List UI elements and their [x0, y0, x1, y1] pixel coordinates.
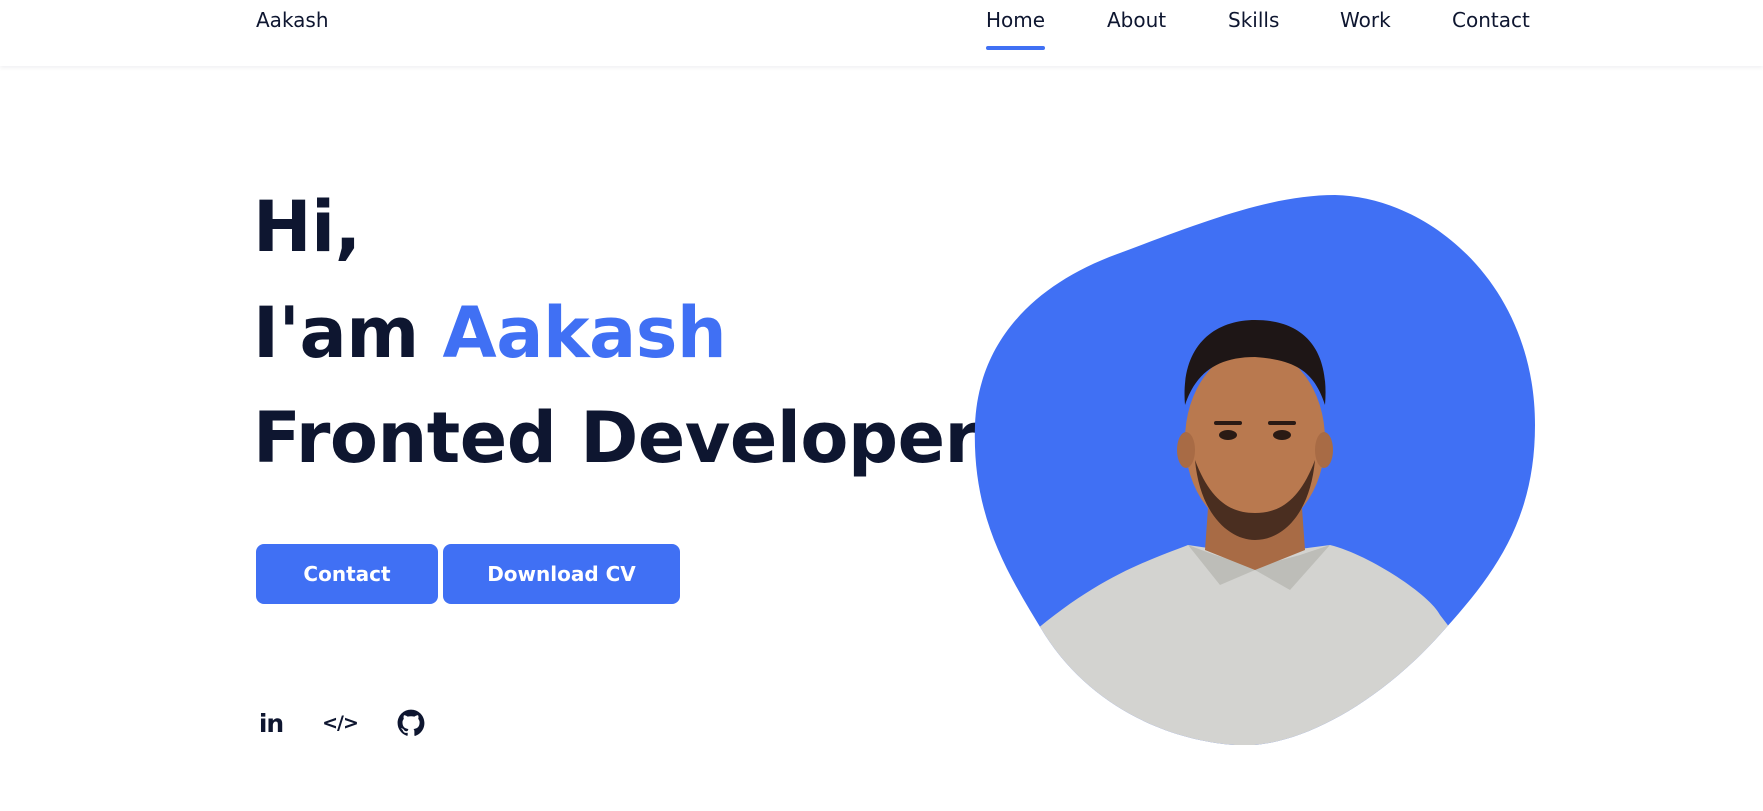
hero-greeting: Hi,	[253, 186, 361, 268]
nav-item-home[interactable]: Home	[986, 8, 1046, 50]
nav-item-skills[interactable]: Skills	[1228, 8, 1279, 32]
nav-item-work[interactable]: Work	[1340, 8, 1391, 32]
contact-button[interactable]: Contact	[256, 544, 438, 604]
hero-intro: I'am Aakash	[253, 292, 727, 374]
download-cv-button[interactable]: Download CV	[443, 544, 680, 604]
site-header: Aakash Home About Skills Work Contact	[0, 0, 1763, 66]
nav-item-home-label: Home	[986, 8, 1046, 32]
hero-name: Aakash	[442, 292, 727, 374]
codepen-icon[interactable]: </>	[322, 708, 359, 738]
github-icon-glyph	[397, 709, 425, 736]
nav-item-skills-label: Skills	[1228, 8, 1280, 32]
linkedin-icon[interactable]: in	[256, 708, 286, 738]
nav-item-about[interactable]: About	[1107, 8, 1166, 32]
nav-item-contact[interactable]: Contact	[1452, 8, 1530, 32]
main-nav: Home About Skills Work Contact	[0, 8, 1763, 58]
nav-active-indicator	[986, 46, 1046, 50]
hero-title: Fronted Developer	[253, 397, 979, 479]
nav-item-about-label: About	[1107, 8, 1167, 32]
nav-item-work-label: Work	[1340, 8, 1391, 32]
profile-blob	[974, 195, 1535, 745]
profile-image	[970, 195, 1540, 745]
hero-intro-prefix: I'am	[253, 292, 443, 374]
nav-item-contact-label: Contact	[1452, 8, 1530, 32]
github-icon[interactable]	[396, 708, 426, 738]
